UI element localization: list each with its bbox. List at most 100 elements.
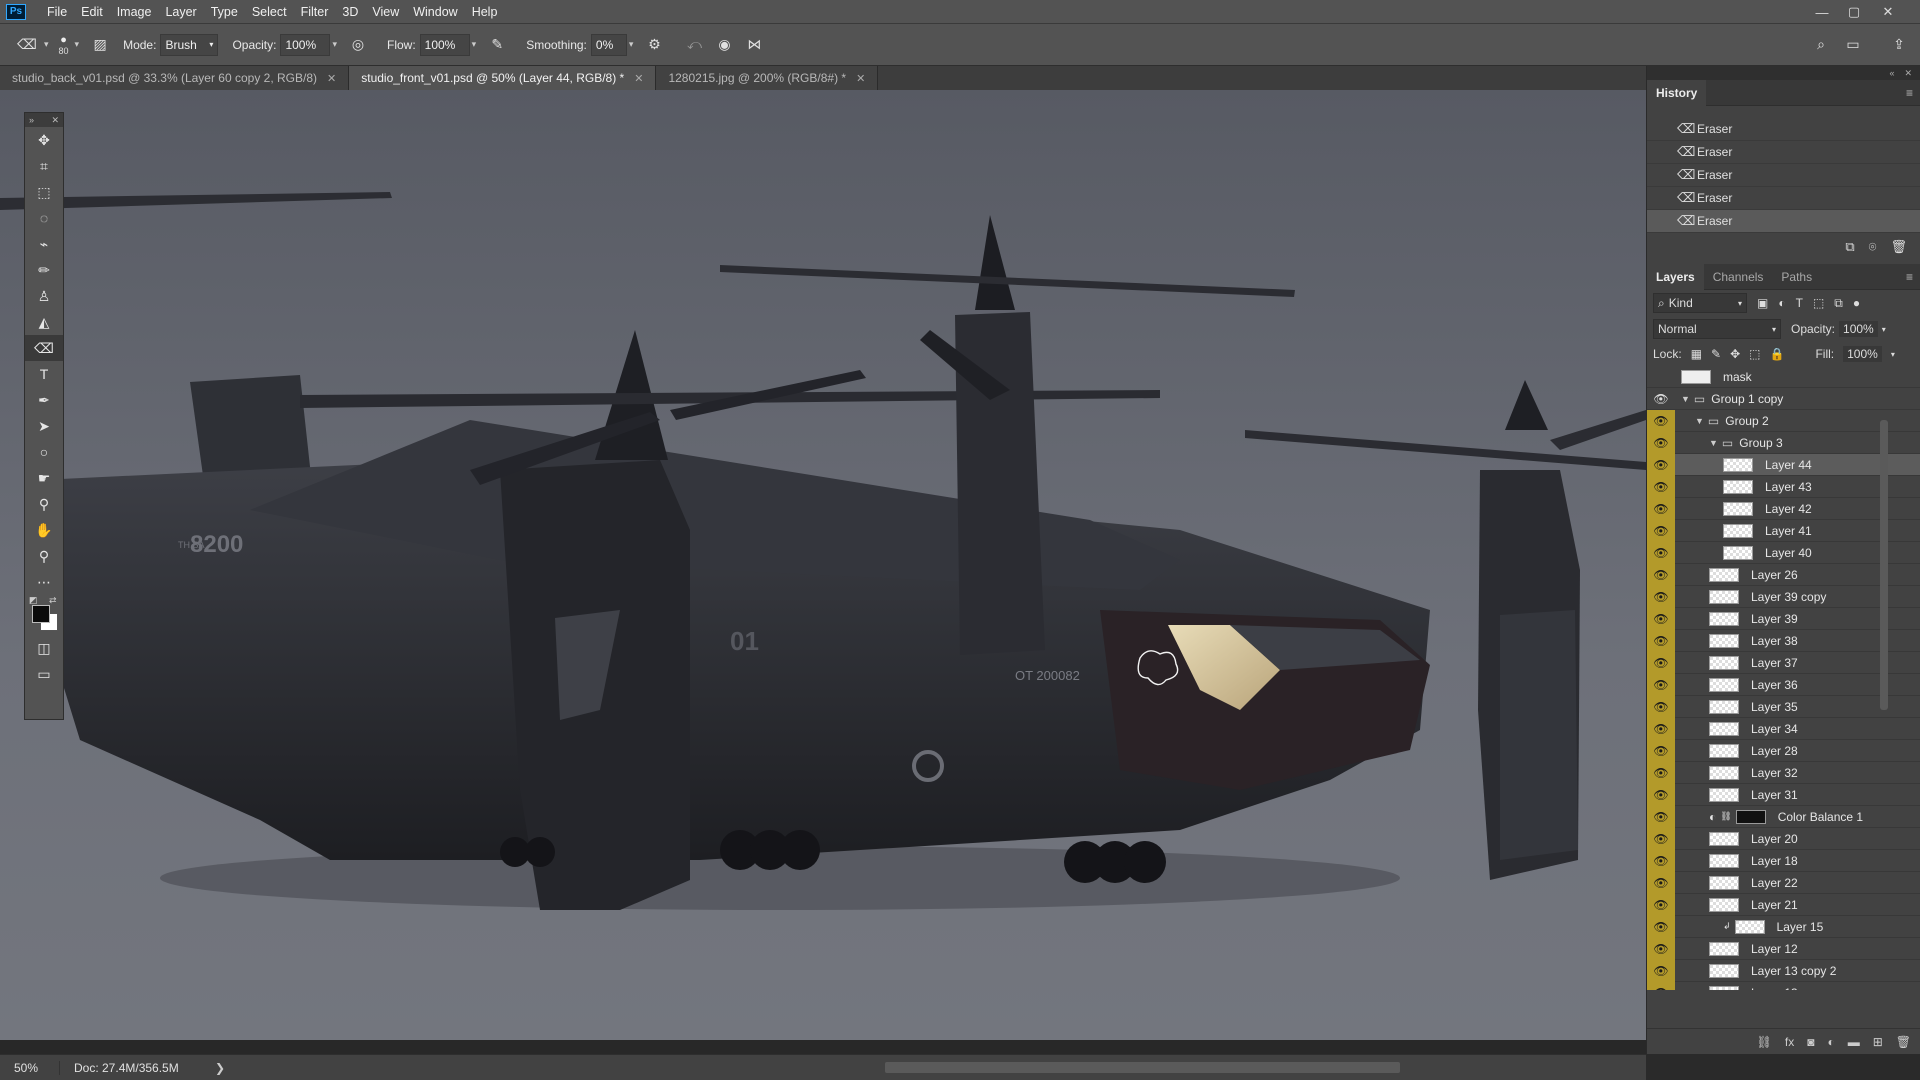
- visibility-eye-icon[interactable]: 👁: [1647, 541, 1675, 564]
- expand-toggle-icon[interactable]: ▼: [1681, 394, 1690, 404]
- horizontal-scrollbar[interactable]: [885, 1062, 1400, 1073]
- layer-row[interactable]: 👁 Layer 34: [1647, 717, 1920, 740]
- airbrush-icon[interactable]: ✎: [486, 34, 508, 56]
- tab-channels[interactable]: Channels: [1704, 264, 1773, 290]
- minimize-icon[interactable]: —: [1806, 0, 1838, 24]
- visibility-eye-icon[interactable]: 👁: [1647, 497, 1675, 520]
- lock-image-icon[interactable]: ✎: [1711, 347, 1721, 361]
- brush-preset-picker[interactable]: ● 80: [59, 34, 69, 56]
- chain-link-icon[interactable]: ⛓: [1720, 811, 1731, 822]
- visibility-eye-icon[interactable]: 👁: [1647, 805, 1675, 828]
- layer-row[interactable]: 👁 Layer 12: [1647, 937, 1920, 960]
- layer-row[interactable]: 👁 Layer 20: [1647, 827, 1920, 850]
- symmetry-icon[interactable]: ⋈: [743, 34, 765, 56]
- history-item[interactable]: ⌫ Eraser: [1647, 164, 1920, 187]
- brush-tool-icon[interactable]: ✏: [25, 257, 63, 283]
- marquee-tool-icon[interactable]: ⬚: [25, 179, 63, 205]
- layer-row[interactable]: 👁 Layer 31: [1647, 783, 1920, 806]
- stamp-tool-icon[interactable]: ♙: [25, 283, 63, 309]
- status-menu-icon[interactable]: ❯: [215, 1061, 229, 1075]
- type-tool-icon[interactable]: T: [25, 361, 63, 387]
- layer-row[interactable]: 👁 Layer 22: [1647, 871, 1920, 894]
- visibility-eye-icon[interactable]: [1647, 366, 1675, 388]
- visibility-eye-icon[interactable]: 👁: [1647, 519, 1675, 542]
- document-tab[interactable]: studio_back_v01.psd @ 33.3% (Layer 60 co…: [0, 66, 350, 90]
- menu-file[interactable]: File: [40, 0, 74, 24]
- chevron-down-icon[interactable]: ▾: [44, 39, 49, 50]
- hand-tool-icon[interactable]: ✋: [25, 517, 63, 543]
- pressure-opacity-icon[interactable]: ◎: [347, 34, 369, 56]
- maximize-icon[interactable]: ▢: [1838, 0, 1870, 24]
- filter-shape-icon[interactable]: ⬚: [1813, 296, 1824, 310]
- lock-transparent-icon[interactable]: ▦: [1691, 347, 1702, 361]
- visibility-eye-icon[interactable]: 👁: [1647, 475, 1675, 498]
- history-item[interactable]: ⌫ Eraser: [1647, 187, 1920, 210]
- new-layer-icon[interactable]: ⊞: [1873, 1035, 1883, 1049]
- tab-history[interactable]: History: [1647, 79, 1707, 106]
- close-tab-icon[interactable]: ✕: [634, 72, 643, 85]
- visibility-eye-icon[interactable]: 👁: [1647, 651, 1675, 674]
- link-layers-icon[interactable]: ⛓: [1757, 1035, 1772, 1049]
- quick-select-tool-icon[interactable]: ⌁: [25, 231, 63, 257]
- share-icon[interactable]: ⇪: [1888, 34, 1910, 56]
- visibility-eye-icon[interactable]: 👁: [1647, 849, 1675, 872]
- visibility-eye-icon[interactable]: 👁: [1647, 937, 1675, 960]
- pressure-size-icon[interactable]: ◉: [713, 34, 735, 56]
- layer-row[interactable]: 👁 ◐ ⛓ Color Balance 1: [1647, 805, 1920, 828]
- gear-icon[interactable]: ⚙: [643, 34, 665, 56]
- visibility-eye-icon[interactable]: 👁: [1647, 783, 1675, 806]
- collapse-icon[interactable]: »: [29, 115, 34, 125]
- quick-mask-icon[interactable]: ◫: [25, 635, 63, 661]
- new-group-icon[interactable]: ▬: [1848, 1035, 1860, 1049]
- document-tab[interactable]: 1280215.jpg @ 200% (RGB/8#) * ✕: [656, 66, 879, 90]
- menu-type[interactable]: Type: [204, 0, 245, 24]
- close-icon[interactable]: ✕: [51, 115, 59, 126]
- menu-select[interactable]: Select: [245, 0, 294, 24]
- layer-thumbnail[interactable]: [1709, 985, 1739, 990]
- panel-menu-icon[interactable]: ≡: [1906, 264, 1913, 290]
- panel-menu-icon[interactable]: ≡: [1906, 80, 1913, 106]
- menu-3d[interactable]: 3D: [335, 0, 365, 24]
- close-icon[interactable]: ✕: [1904, 68, 1912, 79]
- lock-artboard-icon[interactable]: ⬚: [1749, 347, 1760, 361]
- add-mask-icon[interactable]: ◙: [1807, 1035, 1814, 1049]
- layer-thumbnail[interactable]: [1681, 369, 1711, 384]
- erase-to-history-icon[interactable]: ⤺: [683, 34, 705, 56]
- visibility-eye-icon[interactable]: 👁: [1647, 388, 1675, 410]
- visibility-eye-icon[interactable]: 👁: [1647, 585, 1675, 608]
- lasso-tool-icon[interactable]: ◌: [25, 205, 63, 231]
- pen-tool-icon[interactable]: ✒: [25, 387, 63, 413]
- kind-filter-select[interactable]: ⌕ Kind ▾: [1653, 293, 1747, 313]
- layer-thumbnail[interactable]: [1709, 677, 1739, 692]
- visibility-eye-icon[interactable]: 👁: [1647, 717, 1675, 740]
- menu-layer[interactable]: Layer: [158, 0, 203, 24]
- expand-toggle-icon[interactable]: ▼: [1695, 416, 1704, 426]
- chevron-down-icon[interactable]: ▾: [472, 39, 477, 50]
- expand-toggle-icon[interactable]: ▼: [1709, 438, 1718, 448]
- visibility-eye-icon[interactable]: 👁: [1647, 761, 1675, 784]
- layer-thumbnail[interactable]: [1709, 721, 1739, 736]
- layer-row[interactable]: mask: [1647, 366, 1920, 388]
- layer-thumbnail[interactable]: [1709, 831, 1739, 846]
- layer-row[interactable]: 👁 ↲ Layer 15: [1647, 915, 1920, 938]
- eraser-tool-icon[interactable]: ⌫: [25, 335, 63, 361]
- visibility-eye-icon[interactable]: 👁: [1647, 893, 1675, 916]
- fill-input[interactable]: 100%: [1843, 346, 1882, 362]
- history-item[interactable]: ⌫ Eraser: [1647, 141, 1920, 164]
- crop-tool-icon[interactable]: ⌗: [25, 153, 63, 179]
- filter-smart-icon[interactable]: ⧉: [1834, 296, 1843, 311]
- layer-thumbnail[interactable]: [1709, 853, 1739, 868]
- layer-thumbnail[interactable]: [1709, 765, 1739, 780]
- layer-thumbnail[interactable]: [1709, 567, 1739, 582]
- visibility-eye-icon[interactable]: 👁: [1647, 915, 1675, 938]
- menu-image[interactable]: Image: [110, 0, 159, 24]
- eraser-tool-preset-icon[interactable]: ⌫: [16, 34, 38, 56]
- flow-input[interactable]: 100%: [419, 33, 470, 56]
- menu-help[interactable]: Help: [465, 0, 505, 24]
- layer-thumbnail[interactable]: [1723, 545, 1753, 560]
- visibility-eye-icon[interactable]: 👁: [1647, 871, 1675, 894]
- layer-thumbnail[interactable]: [1709, 963, 1739, 978]
- layer-opacity-input[interactable]: 100%: [1839, 321, 1878, 337]
- layer-thumbnail[interactable]: [1709, 589, 1739, 604]
- visibility-eye-icon[interactable]: 👁: [1647, 607, 1675, 630]
